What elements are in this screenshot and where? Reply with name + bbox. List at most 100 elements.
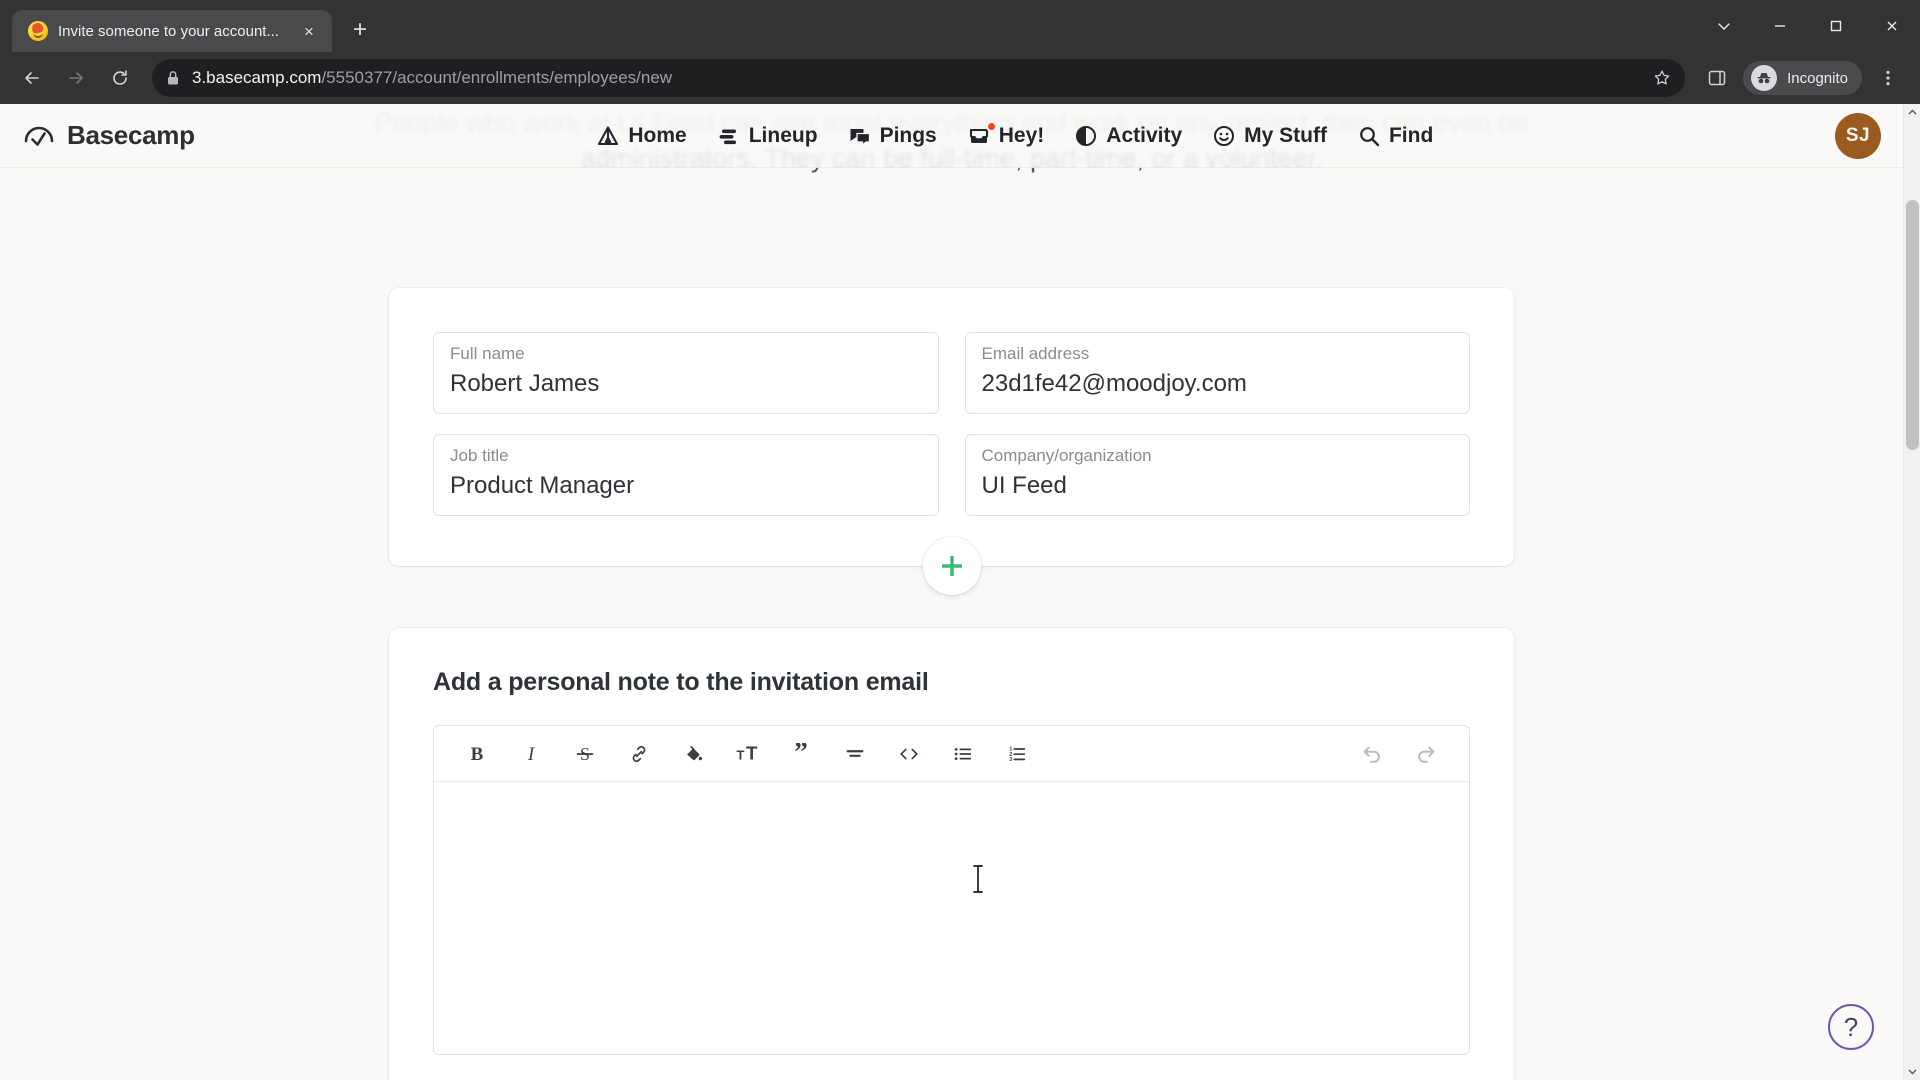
email-address-field[interactable]: Email address 23d1fe42@moodjoy.com xyxy=(964,332,1470,415)
undo-icon[interactable] xyxy=(1345,733,1399,775)
page-scroll-body: People who work at UI Feed can see most … xyxy=(0,104,1903,1080)
company-organization-value: UI Feed xyxy=(981,472,1067,500)
job-title-label: Job title xyxy=(450,446,509,466)
bold-button[interactable]: B xyxy=(450,733,504,775)
nav-item-my-stuff-label: My Stuff xyxy=(1244,123,1327,147)
scroll-down-arrow-icon[interactable] xyxy=(1904,1063,1920,1080)
nav-item-lineup-label: Lineup xyxy=(748,123,818,147)
close-icon[interactable]: × xyxy=(298,20,320,42)
basecamp-logo-icon xyxy=(24,126,54,146)
nav-item-hey[interactable]: Hey! xyxy=(967,120,1045,148)
numbered-list-icon[interactable]: 123 xyxy=(990,733,1044,775)
basecamp-logo-text: Basecamp xyxy=(67,120,195,150)
job-title-field[interactable]: Job title Product Manager xyxy=(433,434,939,517)
nav-item-find[interactable]: Find xyxy=(1357,124,1433,148)
window-controls xyxy=(1696,0,1920,52)
svg-text:T: T xyxy=(746,743,758,764)
svg-text:”: ” xyxy=(794,743,808,765)
svg-text:B: B xyxy=(471,744,484,765)
nav-item-activity-label: Activity xyxy=(1106,123,1183,147)
scroll-up-arrow-icon[interactable] xyxy=(1904,104,1920,121)
person-field-grid: Full name Robert James Email address 23d… xyxy=(433,332,1470,517)
home-tent-icon xyxy=(596,124,620,148)
full-name-label: Full name xyxy=(450,344,525,364)
minimize-icon[interactable] xyxy=(1752,0,1808,52)
strikethrough-button[interactable]: S xyxy=(558,733,612,775)
tab-title: Invite someone to your account... xyxy=(58,22,279,40)
window-close-icon[interactable] xyxy=(1864,0,1920,52)
nav-item-home[interactable]: Home xyxy=(596,123,687,148)
reload-icon[interactable] xyxy=(100,58,140,98)
avatar[interactable]: SJ xyxy=(1835,112,1881,159)
forward-arrow-icon[interactable] xyxy=(56,58,96,98)
chat-bubbles-icon xyxy=(848,124,872,148)
kebab-menu-icon[interactable] xyxy=(1868,58,1908,98)
full-name-value: Robert James xyxy=(450,370,600,398)
personal-note-card: Add a personal note to the invitation em… xyxy=(389,628,1514,1080)
side-panel-icon[interactable] xyxy=(1697,58,1737,98)
incognito-label: Incognito xyxy=(1787,69,1848,87)
maximize-icon[interactable] xyxy=(1808,0,1864,52)
nav-item-home-label: Home xyxy=(628,123,687,147)
editor-toolbar: B I S T T ” 1 2 3 xyxy=(434,726,1469,783)
nav-item-lineup[interactable]: Lineup xyxy=(717,124,818,148)
back-arrow-icon[interactable] xyxy=(12,58,52,98)
paint-bucket-icon[interactable] xyxy=(666,733,720,775)
mouse-cursor-ibeam xyxy=(972,864,983,894)
basecamp-favicon xyxy=(28,21,48,41)
star-icon[interactable] xyxy=(1653,69,1671,87)
svg-text:I: I xyxy=(527,744,536,765)
address-bar[interactable]: 3.basecamp.com/5550377/account/enrollmen… xyxy=(152,59,1686,97)
incognito-icon xyxy=(1751,65,1778,91)
email-address-label: Email address xyxy=(981,344,1090,364)
company-organization-label: Company/organization xyxy=(981,446,1152,466)
add-person-button-wrap xyxy=(389,537,1514,596)
hey-notification-badge xyxy=(985,120,997,132)
company-organization-field[interactable]: Company/organization UI Feed xyxy=(964,434,1470,517)
incognito-indicator[interactable]: Incognito xyxy=(1743,61,1862,95)
lock-icon xyxy=(166,70,180,86)
smiley-face-icon xyxy=(1212,124,1236,148)
url-domain: 3.basecamp.com xyxy=(192,68,322,87)
page-scrollbar[interactable] xyxy=(1903,104,1920,1080)
code-button[interactable] xyxy=(882,733,936,775)
browser-window: Invite someone to your account... × + 3.… xyxy=(0,0,1920,1080)
nav-item-hey-label: Hey! xyxy=(998,123,1045,147)
email-address-value: 23d1fe42@moodjoy.com xyxy=(981,370,1247,398)
redo-icon[interactable] xyxy=(1399,733,1453,775)
browser-tab[interactable]: Invite someone to your account... × xyxy=(12,10,332,52)
nav-item-my-stuff[interactable]: My Stuff xyxy=(1212,124,1327,148)
person-form-card: Full name Robert James Email address 23d… xyxy=(389,288,1514,596)
browser-toolbar: 3.basecamp.com/5550377/account/enrollmen… xyxy=(0,52,1920,104)
url-path: /5550377/account/enrollments/employees/n… xyxy=(321,68,673,87)
help-button[interactable]: ? xyxy=(1828,1004,1874,1050)
svg-text:T: T xyxy=(737,747,745,762)
job-title-value: Product Manager xyxy=(450,472,635,500)
editor-text-area[interactable] xyxy=(434,782,1469,1055)
divider-icon[interactable] xyxy=(828,733,882,775)
italic-button[interactable]: I xyxy=(504,733,558,775)
chevron-down-icon[interactable] xyxy=(1696,0,1752,52)
add-person-button[interactable] xyxy=(922,537,981,596)
quote-button[interactable]: ” xyxy=(774,733,828,775)
rich-text-editor: B I S T T ” 1 2 3 xyxy=(433,725,1470,1056)
new-tab-button[interactable]: + xyxy=(342,12,378,48)
content-column: Full name Robert James Email address 23d… xyxy=(389,288,1514,1080)
full-name-field[interactable]: Full name Robert James xyxy=(433,332,939,415)
toolbar-right-cluster: Incognito xyxy=(1697,58,1908,98)
bullet-list-icon[interactable] xyxy=(936,733,990,775)
link-icon[interactable] xyxy=(612,733,666,775)
basecamp-nav-menu: Home Lineup Pings Hey! Activity My Stuff… xyxy=(195,120,1835,148)
page-viewport: People who work at UI Feed can see most … xyxy=(0,104,1920,1080)
plus-icon xyxy=(941,556,962,577)
basecamp-logo[interactable]: Basecamp xyxy=(22,119,195,153)
nav-item-pings[interactable]: Pings xyxy=(848,124,937,148)
heading-button[interactable]: TT xyxy=(720,733,774,775)
scrollbar-thumb[interactable] xyxy=(1906,200,1919,450)
pie-clock-icon xyxy=(1074,124,1098,148)
nav-item-activity[interactable]: Activity xyxy=(1074,124,1182,148)
lineup-bars-icon xyxy=(717,124,741,148)
nav-item-pings-label: Pings xyxy=(879,123,937,147)
url-text: 3.basecamp.com/5550377/account/enrollmen… xyxy=(192,68,672,88)
svg-text:3: 3 xyxy=(1009,757,1012,763)
